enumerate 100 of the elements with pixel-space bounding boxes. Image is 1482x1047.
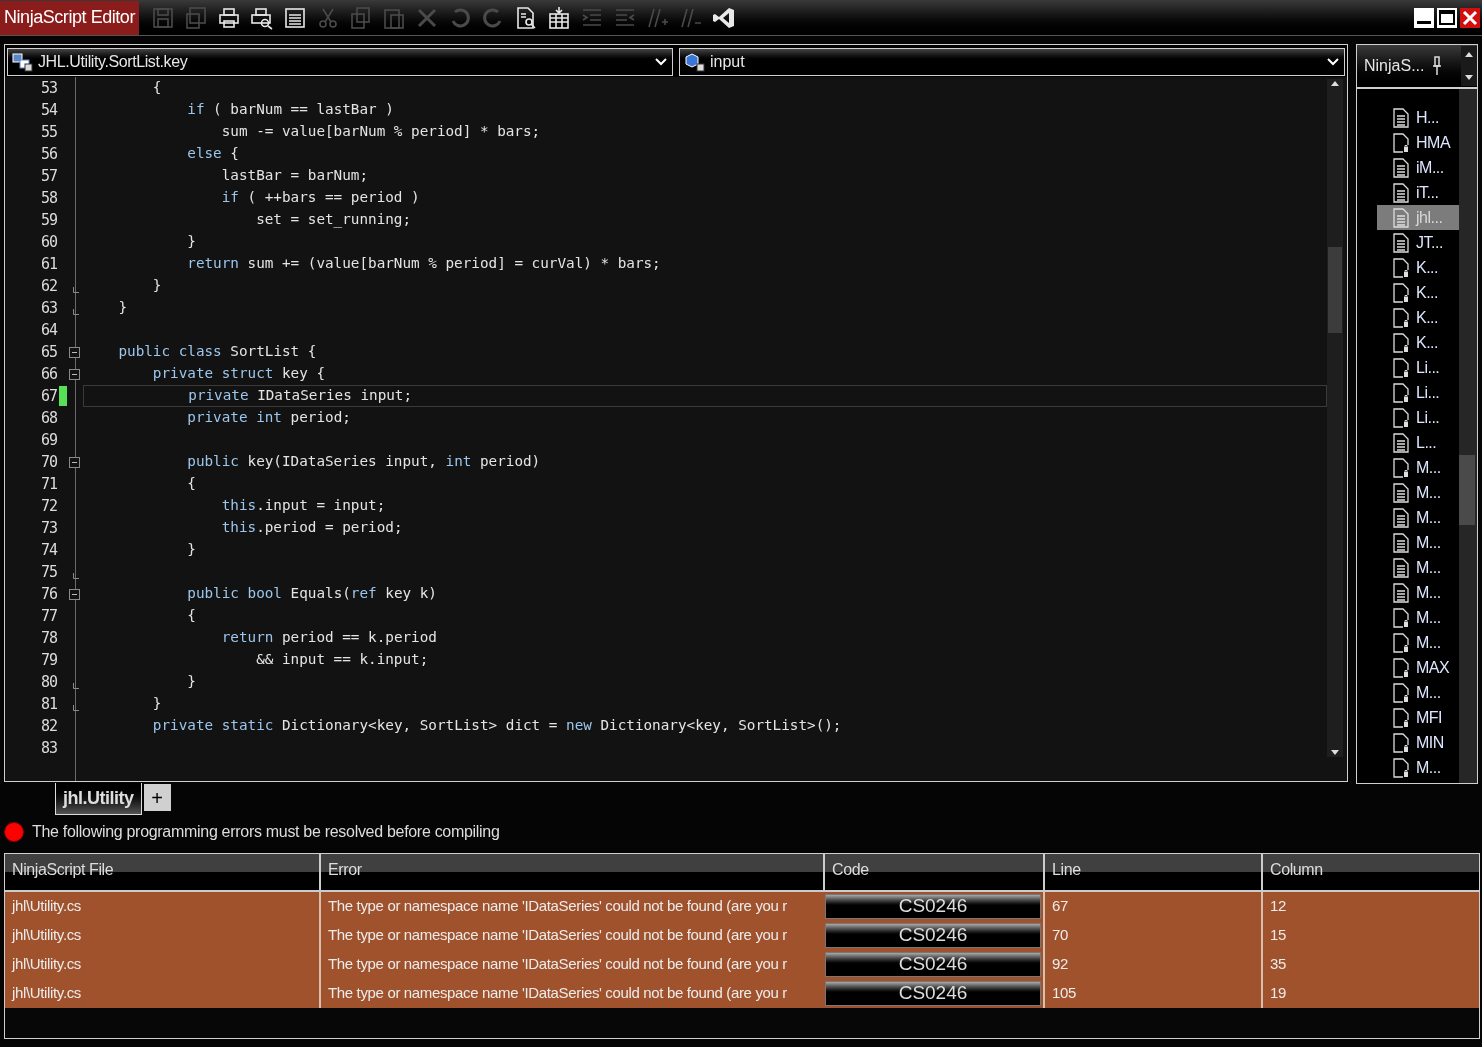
file-list-item[interactable]: K... bbox=[1377, 255, 1459, 280]
locked-document-icon bbox=[1393, 407, 1409, 428]
file-list-item[interactable]: Li... bbox=[1377, 380, 1459, 405]
member-dropdown[interactable]: input bbox=[679, 48, 1345, 76]
locked-document-icon bbox=[1393, 632, 1409, 653]
document-icon bbox=[1393, 532, 1409, 553]
line-number: 81 bbox=[39, 693, 57, 715]
locked-document-icon bbox=[1393, 257, 1409, 278]
scroll-thumb[interactable] bbox=[1328, 247, 1342, 333]
code-line: } bbox=[117, 298, 129, 318]
file-list-item[interactable]: M... bbox=[1377, 630, 1459, 655]
file-list-item[interactable]: M... bbox=[1377, 580, 1459, 605]
vertical-scrollbar[interactable] bbox=[1459, 89, 1477, 783]
line-number: 68 bbox=[39, 407, 57, 429]
collapse-icon[interactable] bbox=[68, 456, 80, 468]
line-number: 53 bbox=[39, 77, 57, 99]
error-message: The following programming errors must be resolved before compiling bbox=[32, 822, 500, 842]
column-header[interactable]: Line bbox=[1043, 854, 1261, 890]
code-line: private static Dictionary<key, SortList> dict = new Dictionary<key, SortList>(); bbox=[151, 716, 843, 736]
file-list-item[interactable]: M... bbox=[1377, 480, 1459, 505]
file-list-item[interactable]: M... bbox=[1377, 605, 1459, 630]
file-list-item[interactable]: K... bbox=[1377, 305, 1459, 330]
file-list-item[interactable]: L... bbox=[1377, 430, 1459, 455]
file-list-item[interactable]: M... bbox=[1377, 555, 1459, 580]
code-line: if ( ++bars == period ) bbox=[220, 188, 421, 208]
code-line: && input == k.input; bbox=[255, 650, 430, 670]
code-line: } bbox=[151, 276, 163, 296]
document-icon bbox=[1393, 157, 1409, 178]
file-list-item[interactable]: M... bbox=[1377, 530, 1459, 555]
line-number: 71 bbox=[39, 473, 57, 495]
column-header[interactable]: NinjaScript File bbox=[5, 854, 319, 890]
file-list-item[interactable]: Li... bbox=[1377, 405, 1459, 430]
calculator-icon[interactable] bbox=[546, 5, 571, 30]
file-name-cell-text: jhl\Utility.cs bbox=[10, 983, 82, 1004]
error-code-cell: CS0246 bbox=[825, 952, 1041, 977]
file-list-item[interactable]: M... bbox=[1377, 680, 1459, 705]
file-list-item[interactable]: M... bbox=[1377, 755, 1459, 780]
locked-document-icon bbox=[1393, 457, 1409, 478]
scroll-thumb[interactable] bbox=[1459, 455, 1475, 525]
collapse-icon[interactable] bbox=[68, 346, 80, 358]
file-list-item[interactable]: MFI bbox=[1377, 705, 1459, 730]
column-header[interactable]: Code bbox=[823, 854, 1043, 890]
new-tab-button[interactable]: + bbox=[143, 784, 171, 811]
error-code-cell: CS0246 bbox=[825, 923, 1041, 948]
scroll-up-icon[interactable] bbox=[1464, 50, 1474, 58]
line-number: 63 bbox=[39, 297, 57, 319]
scroll-down-icon[interactable] bbox=[1464, 74, 1474, 82]
collapse-icon[interactable] bbox=[68, 368, 80, 380]
locked-document-icon bbox=[1393, 757, 1409, 778]
file-list-item[interactable]: K... bbox=[1377, 330, 1459, 355]
file-list-item[interactable]: K... bbox=[1377, 280, 1459, 305]
list-window-icon[interactable] bbox=[282, 5, 307, 30]
visual-studio-icon[interactable] bbox=[711, 5, 736, 30]
file-list-item[interactable]: JT... bbox=[1377, 230, 1459, 255]
file-name-cell-text: jhl\Utility.cs bbox=[10, 896, 82, 917]
code-line: set = set_running; bbox=[255, 210, 413, 230]
file-list-item[interactable]: MAX bbox=[1377, 655, 1459, 680]
print-icon[interactable] bbox=[216, 5, 241, 30]
document-icon bbox=[1393, 207, 1409, 228]
file-list-item[interactable]: HMA bbox=[1377, 130, 1459, 155]
line-cell: 105 bbox=[1043, 979, 1261, 1008]
pin-icon[interactable] bbox=[1432, 56, 1443, 76]
caret-icon bbox=[654, 57, 668, 67]
code-line: lastBar = barNum; bbox=[220, 166, 370, 186]
code-line: else { bbox=[186, 144, 240, 164]
column-header[interactable]: Column bbox=[1261, 854, 1479, 890]
file-list-item[interactable]: M... bbox=[1377, 505, 1459, 530]
file-list-item[interactable]: M... bbox=[1377, 455, 1459, 480]
code-line: public key(IDataSeries input, int period) bbox=[186, 452, 542, 472]
panel-title: NinjaS... bbox=[1364, 56, 1425, 76]
line-number: 82 bbox=[39, 715, 57, 737]
collapse-icon[interactable] bbox=[68, 588, 80, 600]
file-list-item[interactable]: MIN bbox=[1377, 730, 1459, 755]
file-list-item[interactable]: H... bbox=[1377, 105, 1459, 130]
minimize-icon[interactable] bbox=[1414, 7, 1434, 28]
scroll-up-icon[interactable] bbox=[1330, 79, 1340, 87]
print-preview-icon[interactable] bbox=[249, 5, 274, 30]
line-number: 73 bbox=[39, 517, 57, 539]
locked-document-icon bbox=[1393, 132, 1409, 153]
file-list-item[interactable]: iT... bbox=[1377, 180, 1459, 205]
locked-document-icon bbox=[1393, 382, 1409, 403]
code-line: } bbox=[186, 672, 197, 692]
code-line: public bool Equals(ref key k) bbox=[186, 584, 438, 604]
line-number: 83 bbox=[39, 737, 57, 759]
type-dropdown[interactable]: JHL.Utility.SortList.key bbox=[7, 48, 673, 76]
maximize-icon[interactable] bbox=[1437, 7, 1457, 28]
file-list-item[interactable]: Li... bbox=[1377, 355, 1459, 380]
tab[interactable]: jhl.Utility bbox=[55, 783, 142, 815]
scroll-down-icon[interactable] bbox=[1330, 749, 1340, 757]
line-number: 74 bbox=[39, 539, 57, 561]
locked-document-icon bbox=[1393, 732, 1409, 753]
vertical-scrollbar[interactable] bbox=[1327, 79, 1343, 757]
close-icon[interactable] bbox=[1460, 7, 1480, 28]
file-list-item[interactable]: iM... bbox=[1377, 155, 1459, 180]
code-line: this.period = period; bbox=[220, 518, 404, 538]
column-header[interactable]: Error bbox=[319, 854, 823, 890]
document-icon bbox=[1393, 557, 1409, 578]
code-line: { bbox=[186, 606, 197, 626]
document-icon bbox=[1393, 432, 1409, 453]
line-number: 55 bbox=[39, 121, 57, 143]
